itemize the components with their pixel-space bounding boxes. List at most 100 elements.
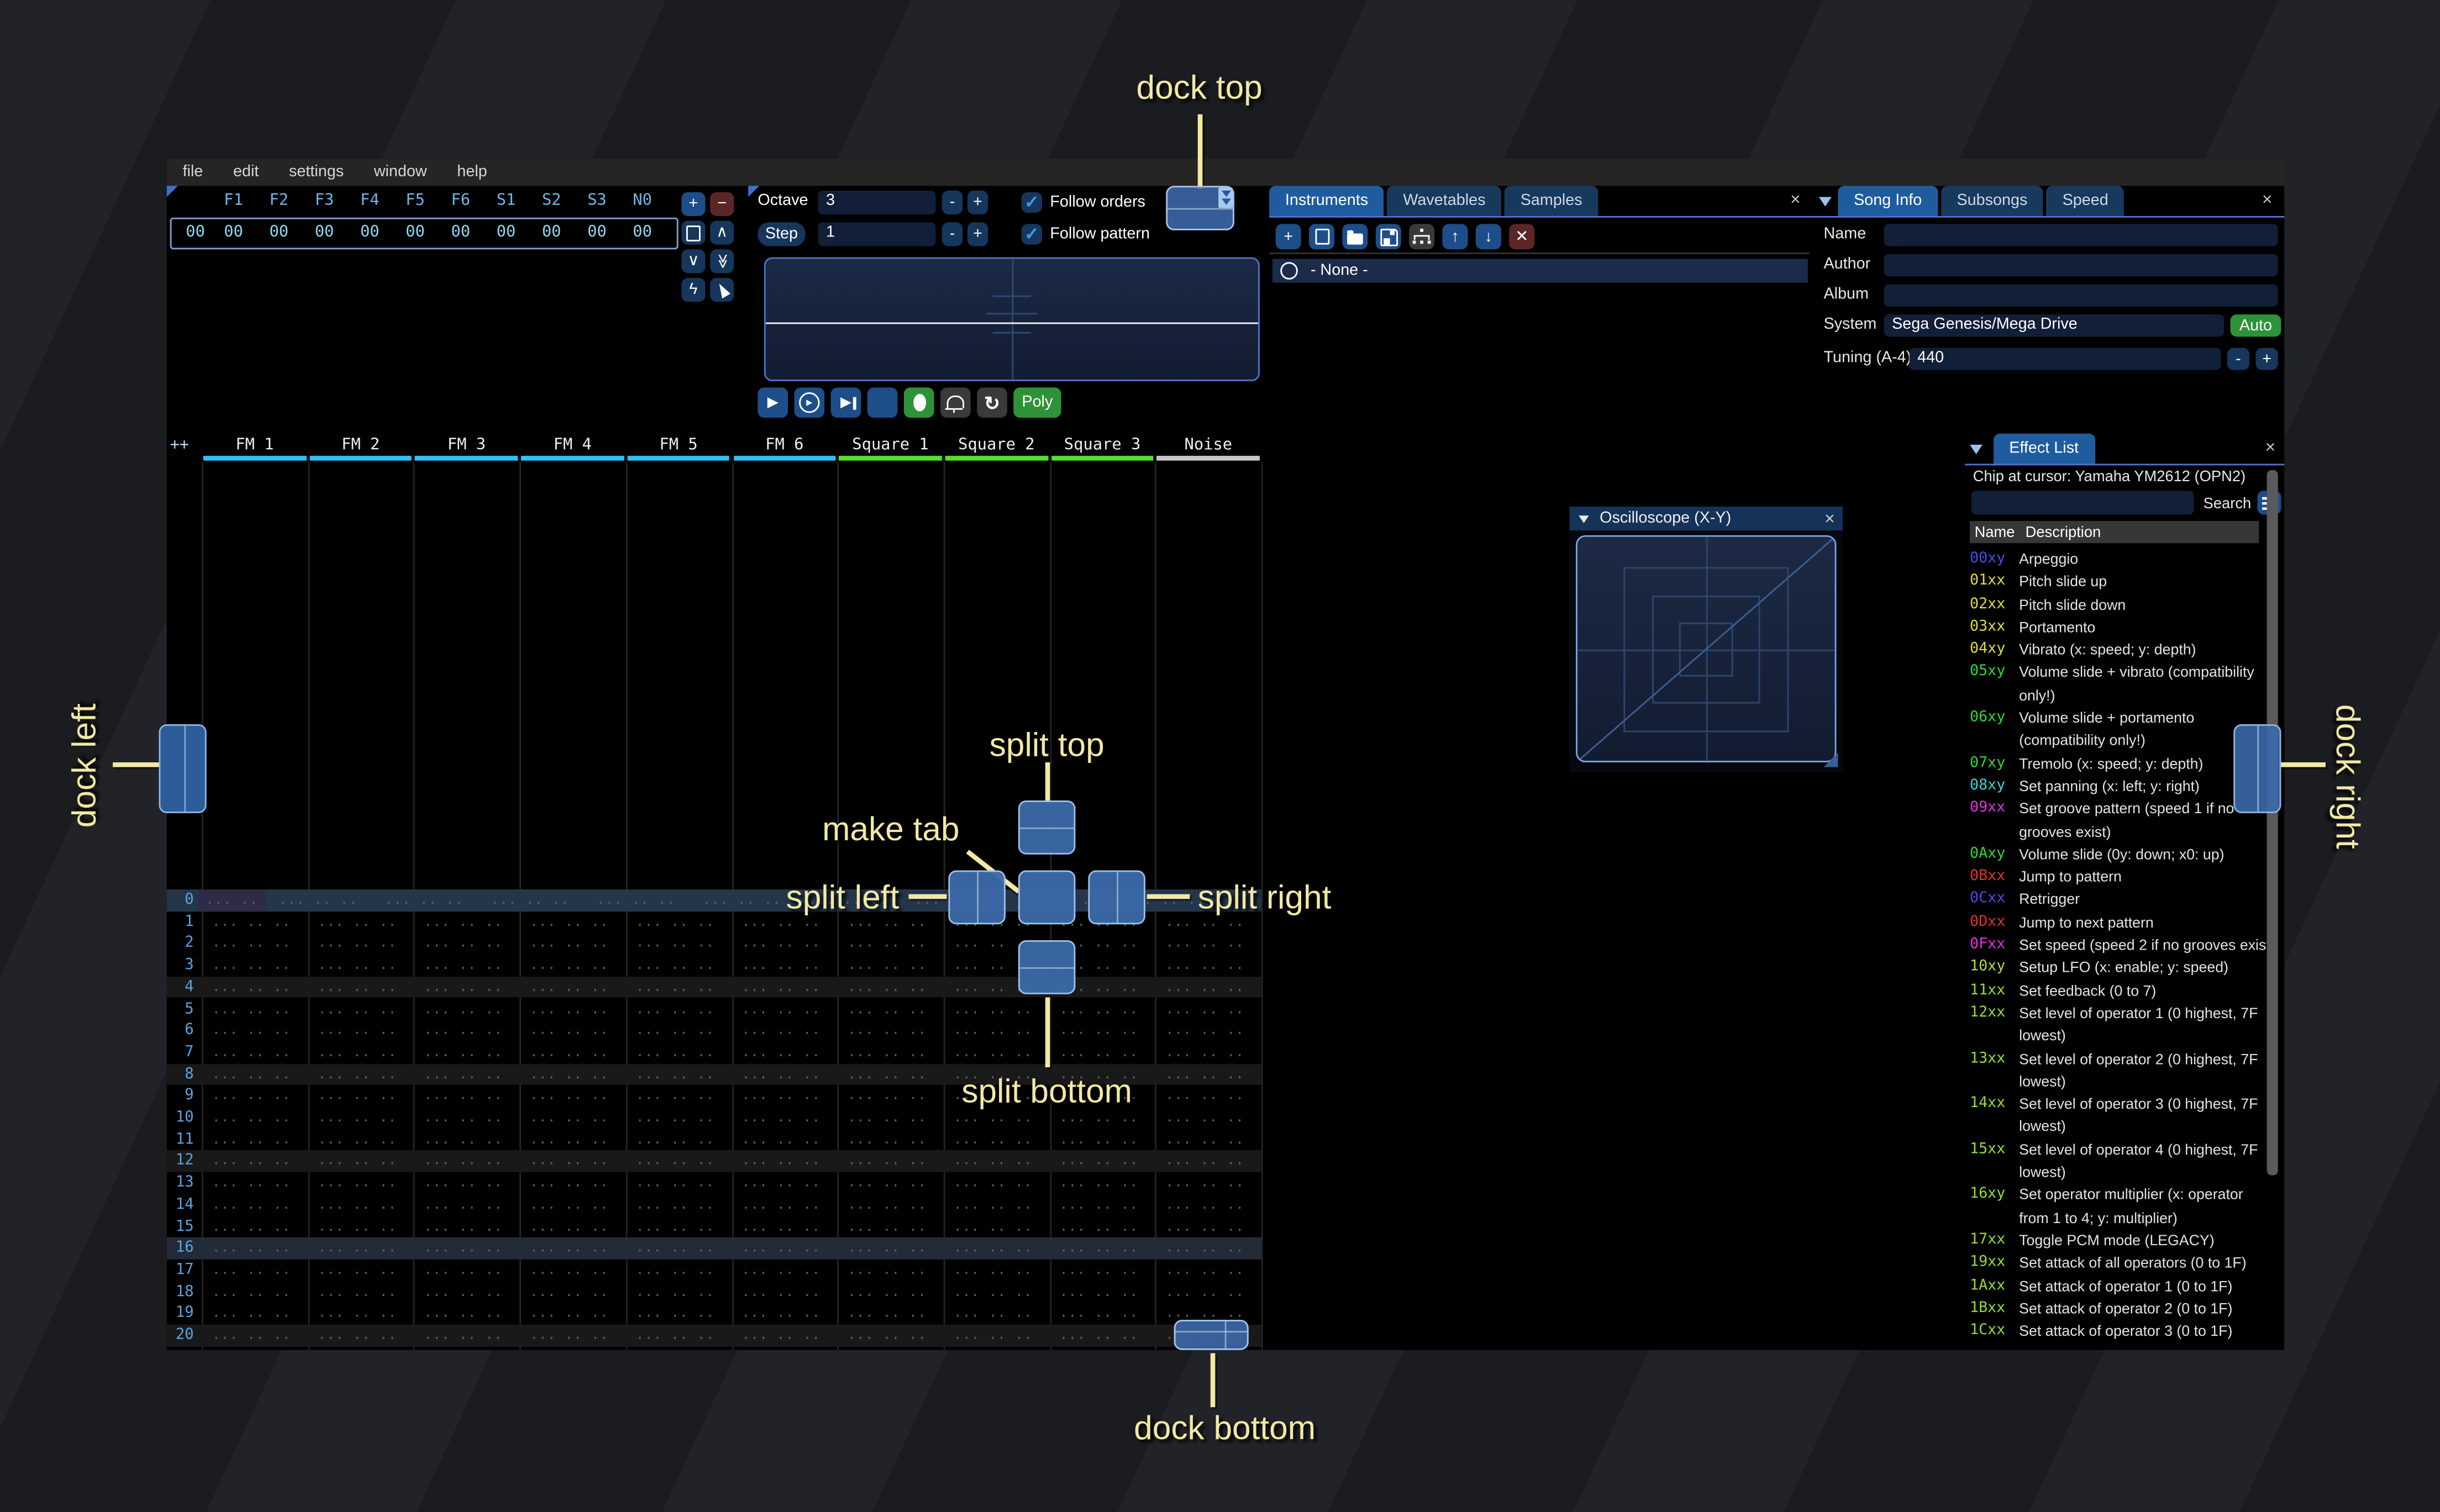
tab-wavetables[interactable]: Wavetables [1387,186,1502,216]
effect-list-scrollbar[interactable] [2267,470,2278,1176]
pattern-cell[interactable]: ... .. .. .... [517,1303,623,1324]
add-instrument-button[interactable]: + [1275,224,1301,250]
pattern-cell[interactable]: ... .. .. .... [198,1281,304,1303]
pattern-cell[interactable]: ... .. .. .... [622,911,728,933]
pattern-cell[interactable]: ... .. .. .... [517,911,623,933]
pattern-cell[interactable]: ... .. .. .... [411,1151,517,1172]
pattern-row[interactable]: 12... .. .. ....... .. .. ....... .. .. … [166,1150,1261,1172]
effect-row[interactable]: 13xx Set level of operator 2 (0 highest, … [1970,1047,2271,1093]
step-decrease-button[interactable]: - [942,222,963,246]
pattern-cell[interactable]: ... .. .. .... [728,933,834,955]
effect-row[interactable]: 16xy Set operator multiplier (x: operator… [1970,1184,2271,1229]
effect-row[interactable]: 0Dxx Jump to next pattern [1970,912,2271,934]
pattern-cell[interactable]: ... .. .. .... [940,1281,1046,1303]
channel-header-noise[interactable]: Noise [1155,437,1261,455]
duplicate-order-button[interactable] [681,220,706,245]
pattern-cell[interactable]: ... .. .. .... [834,1085,940,1107]
pattern-cell[interactable]: ... .. .. .... [517,1085,623,1107]
dock-top-target[interactable] [1166,186,1234,230]
pattern-cell[interactable]: ... .. .. .... [728,1172,834,1194]
pattern-cell[interactable]: ... .. .. .... [304,977,411,998]
pattern-row[interactable]: 5... .. .. ....... .. .. ....... .. .. .… [167,998,1261,1020]
pattern-cell[interactable]: ... .. .. .... [622,998,728,1020]
pattern-cell[interactable]: ... .. .. .... [411,998,517,1020]
pattern-cell[interactable]: ... .. .. .... [411,977,517,998]
pattern-cell[interactable]: ... .. .. .... [834,1194,940,1215]
make-tab-target[interactable] [1018,870,1076,925]
effect-row[interactable]: 17xx Toggle PCM mode (LEGACY) [1970,1229,2271,1252]
step-label-button[interactable]: Step [758,222,806,246]
pattern-cell[interactable]: ... .. .. .... [198,933,304,955]
follow-pattern-checkbox[interactable]: ✓ [1021,224,1042,245]
channel-header-fm-2[interactable]: FM 2 [308,437,414,455]
add-order-button[interactable]: + [681,192,706,216]
pattern-row[interactable]: 19... .. .. ....... .. .. ....... .. .. … [167,1303,1261,1324]
pattern-cell[interactable]: ... .. .. .... [622,1085,728,1107]
remove-order-button[interactable]: − [710,192,734,216]
pattern-cell[interactable]: ... .. .. .... [198,1325,304,1346]
pattern-cell[interactable]: ... .. .. .... [1152,955,1258,976]
pattern-row[interactable]: 2... .. .. ....... .. .. ....... .. .. .… [167,933,1261,955]
pattern-cell[interactable]: ... .. .. .... [477,889,583,911]
pattern-cell[interactable]: ... .. .. .... [622,1237,728,1259]
pattern-cell[interactable]: ... .. .. .... [411,955,517,976]
effect-table[interactable]: 00xy Arpeggio 01xx Pitch slide up 02xx Pitch … [1970,548,2271,1350]
pattern-cell[interactable]: ... .. .. .... [622,1303,728,1324]
pattern-row[interactable]: 7... .. .. ....... .. .. ....... .. .. .… [167,1042,1261,1063]
pattern-cell[interactable]: ... .. .. .... [834,977,940,998]
pattern-cell[interactable]: ... .. .. .... [517,1151,623,1172]
pattern-cell[interactable]: ... .. .. .... [411,933,517,955]
pattern-cell[interactable]: ... .. .. .... [411,1325,517,1346]
pattern-cell[interactable]: ... .. .. .... [834,1325,940,1346]
pattern-cell[interactable]: ... .. .. .... [304,1063,411,1085]
tab-instruments[interactable]: Instruments [1269,186,1384,216]
menu-item-edit[interactable]: edit [233,164,259,181]
pattern-cell[interactable]: ... .. .. .... [1152,1020,1258,1041]
menu-item-window[interactable]: window [374,164,427,181]
pattern-cell[interactable]: ... .. .. .... [411,1063,517,1085]
step-row-button[interactable] [867,387,898,418]
instrument-organize-button[interactable] [1409,224,1435,250]
collapse-arrow-icon[interactable] [1579,514,1589,523]
split-top-target[interactable] [1018,800,1076,855]
pattern-cell[interactable]: ... .. .. .... [834,1260,940,1281]
pattern-cell[interactable]: ... .. .. .... [411,1129,517,1150]
pattern-cell[interactable]: ... .. .. .... [940,1325,1046,1346]
close-icon[interactable]: × [2262,191,2273,210]
deep-clone-order-button[interactable]: ϟ [681,278,706,302]
pattern-cell[interactable]: ... .. .. .... [728,1020,834,1041]
pattern-cell[interactable]: ... .. .. .... [728,998,834,1020]
dock-right-target[interactable] [2233,724,2281,813]
menu-item-file[interactable]: file [183,164,203,181]
pattern-cell[interactable]: ... .. .. .... [517,1129,623,1150]
pattern-cell[interactable]: ... .. .. .... [198,1151,304,1172]
pattern-cell[interactable]: ... .. .. .... [198,955,304,976]
pattern-cell[interactable]: ... .. .. .... [1046,1237,1152,1259]
pattern-cell[interactable]: ... .. .. .... [1046,1260,1152,1281]
pattern-cell[interactable]: ... .. .. .... [1046,1216,1152,1237]
instrument-list-item[interactable]: - None - [1272,259,1808,283]
effect-row[interactable]: 0Fxx Set speed (speed 2 if no grooves exi… [1970,934,2271,957]
close-icon[interactable]: × [1824,509,1835,528]
pattern-cell[interactable]: ... .. .. .... [622,1216,728,1237]
play-from-cursor-button[interactable]: ▶ [830,387,861,418]
pattern-cell[interactable]: ... .. .. .... [728,1085,834,1107]
pattern-cell[interactable]: ... .. .. .... [622,933,728,955]
pattern-cell[interactable]: ... .. .. .... [728,1151,834,1172]
pattern-cell[interactable]: ... .. .. .... [940,1194,1046,1215]
move-instrument-up-button[interactable]: ↑ [1442,224,1468,250]
octave-increase-button[interactable]: + [967,191,988,215]
close-icon[interactable]: × [1790,191,1801,210]
pattern-cell[interactable]: ... .. .. .... [517,1172,623,1194]
pattern-cell[interactable]: ... .. .. .... [728,1129,834,1150]
pattern-cell[interactable]: ... .. .. .... [1152,1085,1258,1107]
pattern-cell[interactable]: ... .. .. .... [371,889,477,911]
pattern-cell[interactable]: ... .. .. .... [728,1303,834,1324]
pattern-cell[interactable]: ... .. .. .... [834,1129,940,1150]
pattern-cell[interactable]: ... .. .. .... [517,1346,623,1350]
pattern-cell[interactable]: ... .. .. .... [198,911,304,933]
pattern-cell[interactable]: ... .. .. .... [1152,1151,1258,1172]
pattern-cell[interactable]: ... .. .. .... [834,1151,940,1172]
pattern-cell[interactable]: ... .. .. .... [517,1107,623,1129]
effect-row[interactable]: 05xy Volume slide + vibrato (compatibilit… [1970,661,2271,707]
